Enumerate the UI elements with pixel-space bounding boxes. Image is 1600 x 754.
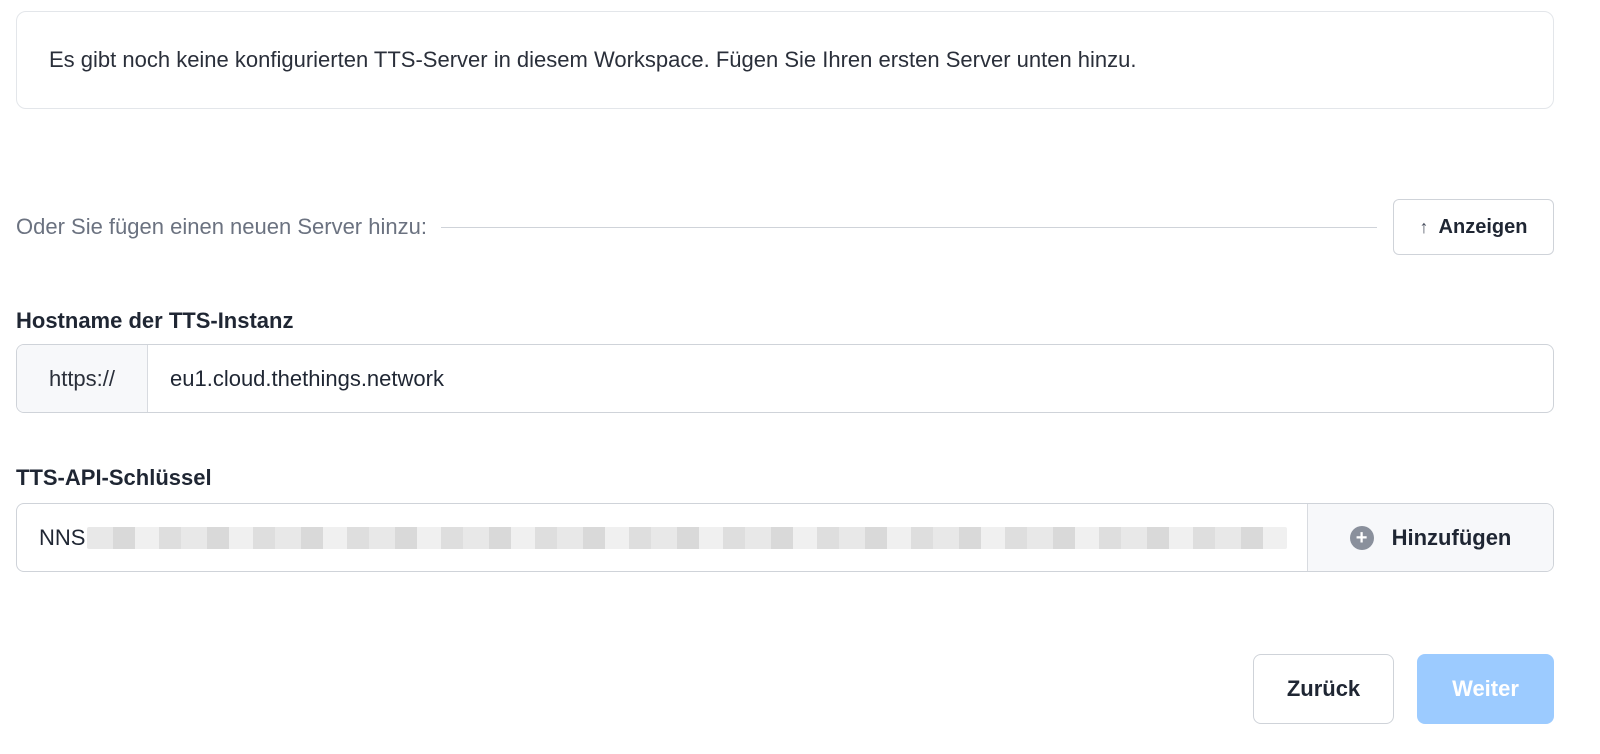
show-button-label: Anzeigen [1438, 215, 1528, 238]
notice-text: Es gibt noch keine konfigurierten TTS-Se… [49, 47, 1137, 72]
add-api-key-button[interactable]: + Hinzufügen [1307, 504, 1553, 571]
hostname-input[interactable]: eu1.cloud.thethings.network [148, 345, 1553, 412]
api-key-visible-text: NNS [39, 524, 86, 550]
next-button[interactable]: Weiter [1417, 654, 1554, 724]
add-server-divider: Oder Sie fügen einen neuen Server hinzu:… [16, 199, 1554, 255]
divider-line [440, 226, 1377, 228]
plus-circle-icon: + [1349, 525, 1374, 550]
add-button-label: Hinzufügen [1391, 524, 1512, 550]
empty-state-notice: Es gibt noch keine konfigurierten TTS-Se… [16, 11, 1554, 109]
tts-server-setup-page: Es gibt noch keine konfigurierten TTS-Se… [0, 0, 1600, 754]
show-button[interactable]: ↑ Anzeigen [1393, 199, 1554, 255]
api-key-redacted [87, 526, 1288, 549]
api-key-input-group: NNS + Hinzufügen [16, 503, 1554, 572]
back-button[interactable]: Zurück [1253, 654, 1394, 724]
hostname-prefix: https:// [17, 345, 148, 412]
arrow-up-icon: ↑ [1419, 216, 1429, 237]
hostname-label: Hostname der TTS-Instanz [16, 308, 294, 333]
hostname-input-group: https:// eu1.cloud.thethings.network [16, 344, 1554, 413]
api-key-input[interactable]: NNS [17, 504, 1307, 571]
divider-label: Oder Sie fügen einen neuen Server hinzu: [16, 214, 427, 239]
api-key-label: TTS-API-Schlüssel [16, 465, 212, 490]
